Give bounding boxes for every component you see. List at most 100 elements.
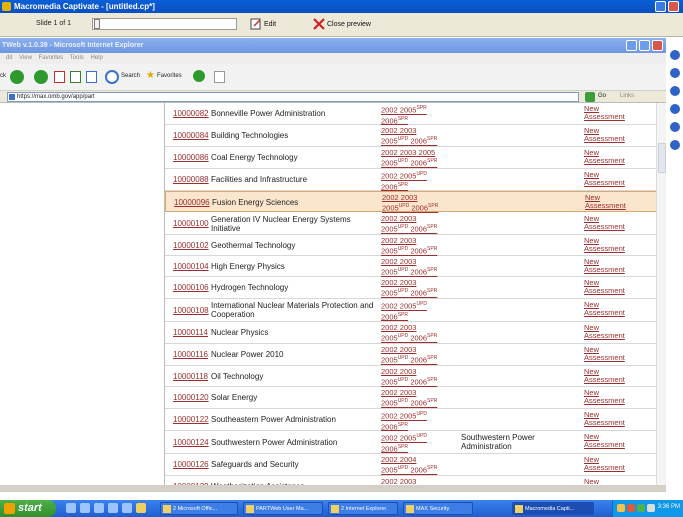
new-assessment-link[interactable]: NewAssessment — [584, 105, 625, 121]
assessment-years-links[interactable]: 2002 2004 2005UPD 2006SPR — [381, 455, 461, 475]
desktop-icon[interactable] — [670, 86, 680, 96]
assessment-years-links[interactable]: 2002 20032005UPD 2006SPR — [381, 236, 461, 256]
go-icon[interactable] — [585, 92, 595, 102]
quicklaunch-icon[interactable] — [108, 503, 118, 513]
desktop-icon[interactable] — [670, 104, 680, 114]
back-icon[interactable] — [10, 70, 24, 84]
quicklaunch-icon[interactable] — [66, 503, 76, 513]
program-code-link[interactable]: 10000096 — [174, 198, 210, 207]
assessment-years-links[interactable]: 2002 20032005UPD 2006SPR — [381, 323, 461, 343]
assessment-years-links[interactable]: 2002 20032005UPD 2006SPR — [382, 193, 462, 213]
tray-icon[interactable] — [647, 504, 655, 512]
taskbar-item[interactable]: PARTWeb User Ma... — [243, 502, 323, 515]
search-button[interactable]: Search — [121, 73, 140, 79]
ie-maximize-icon[interactable] — [639, 40, 650, 51]
new-assessment-link[interactable]: NewAssessment — [584, 149, 625, 165]
ie-close-icon[interactable] — [652, 40, 663, 51]
new-assessment-link[interactable]: NewAssessment — [584, 389, 625, 405]
new-assessment-link[interactable]: NewAssessment — [584, 258, 625, 274]
new-assessment-link[interactable]: NewAssessment — [584, 171, 625, 187]
go-button[interactable]: Go — [598, 93, 606, 99]
links-button[interactable]: Links — [620, 93, 634, 99]
ie-menu-bar[interactable]: dit View Favorites Tools Help — [0, 53, 666, 64]
program-code-link[interactable]: 10000124 — [173, 438, 209, 447]
program-code-link[interactable]: 10000116 — [173, 350, 208, 359]
assessment-years-links[interactable]: 2002 2005UPD 2006SPR — [381, 432, 461, 453]
new-assessment-link[interactable]: NewAssessment — [584, 368, 625, 384]
home-icon[interactable] — [86, 71, 97, 83]
program-code-link[interactable]: 10000118 — [173, 372, 208, 381]
history-icon[interactable] — [193, 70, 205, 82]
new-assessment-link[interactable]: NewAssessment — [584, 433, 625, 449]
close-preview-button[interactable]: Close preview — [313, 18, 371, 32]
assessment-years-links[interactable]: 2002 2005SPR 2006SPR — [381, 104, 461, 125]
new-assessment-link[interactable]: NewAssessment — [584, 478, 625, 486]
edit-button[interactable]: Edit — [250, 18, 276, 32]
stop-icon[interactable] — [54, 71, 65, 83]
desktop-icon[interactable] — [670, 122, 680, 132]
new-assessment-link[interactable]: NewAssessment — [584, 456, 625, 472]
program-code-link[interactable]: 10000106 — [173, 283, 209, 292]
start-button[interactable]: start — [0, 500, 56, 517]
slide-slider[interactable] — [92, 18, 237, 30]
favorites-icon[interactable]: ★ — [146, 70, 155, 81]
taskbar-item[interactable]: 2 Internet Explorer — [328, 502, 398, 515]
ie-minimize-icon[interactable] — [626, 40, 637, 51]
assessment-years-links[interactable]: 2002 2003 2005 2005UPD 2006SPR — [381, 148, 461, 168]
assessment-years-links[interactable]: 2002 2005UPD 2006SPR — [381, 410, 461, 431]
new-assessment-link[interactable]: NewAssessment — [584, 127, 625, 143]
assessment-years-links[interactable]: 2002 20032005UPD 2006SPR — [381, 477, 461, 485]
desktop-icon[interactable] — [670, 50, 680, 60]
program-code-link[interactable]: 10000104 — [173, 262, 209, 271]
minimize-icon[interactable] — [655, 1, 666, 12]
quicklaunch-icon[interactable] — [80, 503, 90, 513]
program-code-link[interactable]: 10000082 — [173, 109, 209, 118]
assessment-years-links[interactable]: 2002 20032005UPD 2006SPR — [381, 367, 461, 387]
tray-icon[interactable] — [617, 504, 625, 512]
new-assessment-link[interactable]: NewAssessment — [584, 324, 625, 340]
horizontal-scrollbar[interactable] — [0, 485, 666, 492]
program-code-link[interactable]: 10000100 — [173, 219, 209, 228]
tray-icon[interactable] — [627, 504, 635, 512]
scroll-thumb[interactable] — [658, 143, 666, 173]
taskbar-item[interactable]: MAX Security — [403, 502, 473, 515]
favorites-button[interactable]: Favorites — [157, 73, 182, 79]
quicklaunch-icon[interactable] — [136, 503, 146, 513]
assessment-years-links[interactable]: 2002 20032005UPD 2006SPR — [381, 278, 461, 298]
forward-icon[interactable] — [34, 70, 48, 84]
assessment-years-links[interactable]: 2002 20032005UPD 2006SPR — [381, 388, 461, 408]
print-icon[interactable] — [214, 71, 225, 83]
program-code-link[interactable]: 10000122 — [173, 415, 209, 424]
program-code-link[interactable]: 10000088 — [173, 175, 209, 184]
new-assessment-link[interactable]: NewAssessment — [584, 411, 625, 427]
new-assessment-link[interactable]: NewAssessment — [584, 279, 625, 295]
new-assessment-link[interactable]: NewAssessment — [584, 301, 625, 317]
slider-thumb[interactable] — [94, 19, 100, 29]
assessment-years-links[interactable]: 2002 20032005UPD 2006SPR — [381, 214, 461, 234]
program-code-link[interactable]: 10000086 — [173, 153, 209, 162]
program-code-link[interactable]: 10000102 — [173, 241, 209, 250]
close-icon[interactable] — [668, 1, 679, 12]
quicklaunch-icon[interactable] — [122, 503, 132, 513]
assessment-years-links[interactable]: 2002 20032005UPD 2006SPR — [381, 257, 461, 277]
vertical-scrollbar[interactable] — [656, 103, 666, 485]
new-assessment-link[interactable]: NewAssessment — [584, 346, 625, 362]
back-label[interactable]: ck — [0, 73, 6, 79]
assessment-years-links[interactable]: 2002 20032005UPD 2006SPR — [381, 126, 461, 146]
new-assessment-link[interactable]: NewAssessment — [584, 237, 625, 253]
desktop-icon[interactable] — [670, 68, 680, 78]
program-code-link[interactable]: 10000084 — [173, 131, 209, 140]
address-input[interactable]: https://max.omb.gov/app/part — [7, 92, 579, 102]
program-code-link[interactable]: 10000120 — [173, 393, 209, 402]
taskbar-item[interactable]: 2 Microsoft Offic... — [160, 502, 238, 515]
assessment-years-links[interactable]: 2002 20032005UPD 2006SPR — [381, 345, 461, 365]
desktop-icon[interactable] — [670, 140, 680, 150]
new-assessment-link[interactable]: NewAssessment — [585, 194, 626, 210]
search-icon[interactable] — [105, 70, 119, 84]
program-code-link[interactable]: 10000126 — [173, 460, 209, 469]
tray-icon[interactable] — [637, 504, 645, 512]
quicklaunch-icon[interactable] — [94, 503, 104, 513]
assessment-years-links[interactable]: 2002 2005UPD 2006SPR — [381, 170, 461, 191]
refresh-icon[interactable] — [70, 71, 81, 83]
program-code-link[interactable]: 10000114 — [173, 328, 208, 337]
